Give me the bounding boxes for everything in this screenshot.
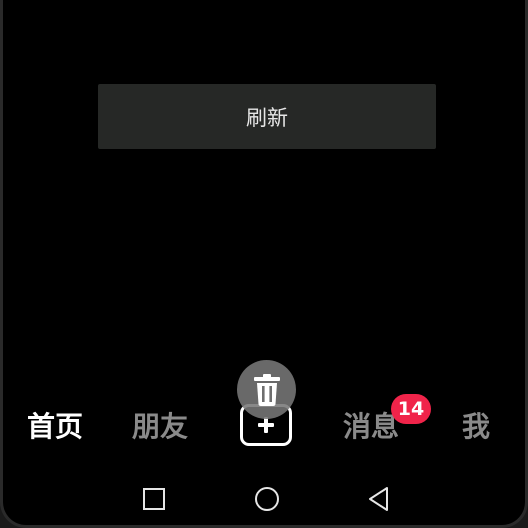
tab-messages[interactable]: 消息	[343, 410, 399, 444]
home-button[interactable]	[254, 486, 280, 512]
tab-friends[interactable]: 朋友	[132, 410, 188, 444]
back-button[interactable]	[366, 486, 392, 512]
system-navigation-bar	[3, 474, 525, 524]
square-recent-apps-icon	[143, 488, 165, 510]
trash-icon	[253, 373, 280, 406]
messages-unread-badge: 14	[391, 394, 431, 424]
refresh-button[interactable]: 刷新	[98, 84, 436, 149]
tab-home[interactable]: 首页	[27, 410, 83, 444]
phone-screen: 刷新 首页 朋友 消息 我 14	[0, 0, 528, 528]
tab-me[interactable]: 我	[462, 410, 490, 444]
recent-apps-button[interactable]	[141, 486, 167, 512]
delete-button[interactable]	[237, 360, 296, 419]
refresh-button-label: 刷新	[246, 105, 288, 130]
triangle-back-icon	[369, 487, 388, 511]
circle-home-icon	[255, 487, 279, 511]
